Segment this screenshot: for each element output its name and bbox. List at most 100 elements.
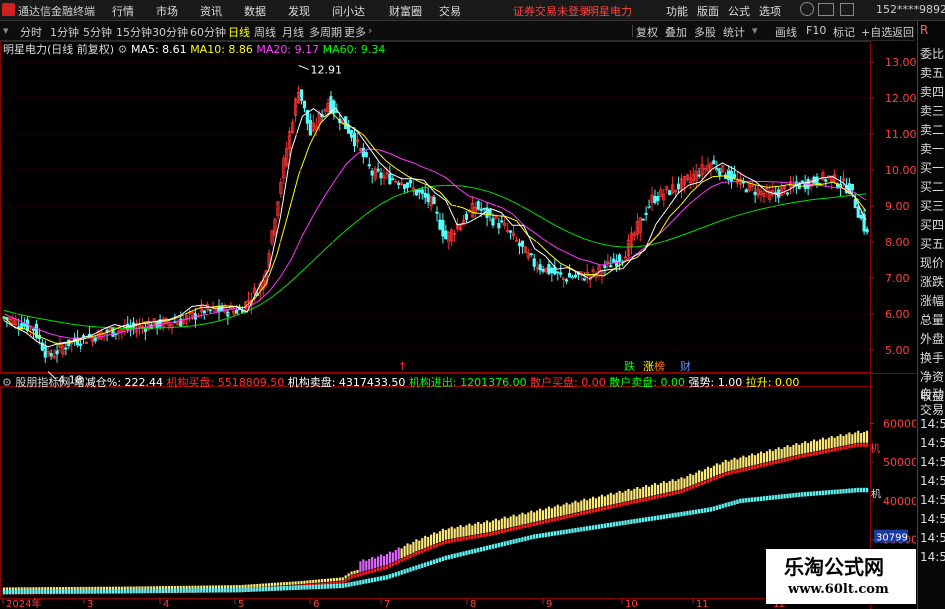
sidebar-item[interactable]: 卖一 bbox=[920, 140, 944, 157]
quote-sidebar: R 委比 卖五 卖四 卖三 卖二 卖一 买一 买二 买三 买四 买五 现价 涨跌 涨幅 总量 外盘 换手 净资 收益自… bbox=[917, 21, 945, 609]
sidebar-item[interactable]: 现价 bbox=[920, 254, 944, 271]
menu-item-assistant[interactable]: 问小达 bbox=[332, 3, 365, 19]
sidebar-item[interactable]: 交易 bbox=[920, 401, 944, 418]
period-tab-daily[interactable]: 日线 bbox=[228, 24, 250, 40]
candle-body bbox=[43, 346, 47, 358]
candle-body bbox=[712, 160, 716, 165]
candle-body bbox=[653, 195, 657, 204]
candle-body bbox=[417, 189, 421, 193]
statistics-button[interactable]: 统计 bbox=[723, 24, 745, 40]
sidebar-item[interactable]: 涨幅 bbox=[920, 292, 944, 309]
volume-tick-label: 40000 bbox=[883, 495, 916, 508]
sidebar-item[interactable]: 买四 bbox=[920, 216, 944, 233]
candle-body bbox=[547, 264, 551, 275]
field-position-change: 增减仓%: 222.44 bbox=[73, 376, 164, 389]
candle-body bbox=[364, 152, 368, 157]
period-tab-15min[interactable]: 15分钟 bbox=[116, 24, 152, 40]
period-tab-60min[interactable]: 60分钟 bbox=[190, 24, 226, 40]
sidebar-item[interactable]: 买一 bbox=[920, 159, 944, 176]
ma60-line bbox=[3, 184, 867, 329]
menu-item-layout[interactable]: 版面 bbox=[697, 3, 719, 19]
candle-body bbox=[529, 253, 533, 256]
month-label: 6 bbox=[313, 599, 319, 609]
sidebar-item[interactable]: 卖二 bbox=[920, 121, 944, 138]
candle-body bbox=[482, 207, 486, 210]
sidebar-item[interactable]: 外盘 bbox=[920, 330, 944, 347]
menu-item-market[interactable]: 市场 bbox=[156, 3, 178, 19]
sidebar-header[interactable]: R bbox=[920, 23, 928, 37]
sidebar-time: 14:56 bbox=[920, 417, 945, 431]
candle-body bbox=[559, 272, 563, 275]
sidebar-item[interactable]: 净资 bbox=[920, 368, 944, 385]
candle-body bbox=[729, 170, 734, 183]
scroll-left-icon[interactable]: ▾ bbox=[3, 24, 9, 37]
sidebar-item[interactable]: 换手 bbox=[920, 349, 944, 366]
price-tick-label: 5.00 bbox=[885, 344, 910, 357]
candle-body bbox=[388, 173, 392, 185]
period-tab-more[interactable]: 更多 bbox=[344, 24, 366, 40]
indicator-settings-icon[interactable]: ⚙ bbox=[2, 376, 12, 389]
kline-chart[interactable]: 13.00 12.00 11.00 10.00 9.00 8.00 7.00 6.00 5.00… bbox=[0, 41, 916, 609]
message-icon[interactable] bbox=[818, 3, 834, 16]
period-tab-1min[interactable]: 1分钟 bbox=[50, 24, 79, 40]
user-icon[interactable] bbox=[800, 2, 814, 16]
period-tab-multi[interactable]: 多周期 bbox=[309, 24, 342, 40]
indicator-title[interactable]: 股朋指标网 bbox=[15, 376, 70, 389]
overlay-button[interactable]: 叠加 bbox=[665, 24, 687, 40]
candle-body bbox=[517, 242, 522, 247]
sidebar-item[interactable]: 买二 bbox=[920, 178, 944, 195]
candle-body bbox=[479, 208, 483, 211]
period-tab-monthly[interactable]: 月线 bbox=[282, 24, 304, 40]
multi-stock-button[interactable]: 多股 bbox=[694, 24, 716, 40]
menu-item-news[interactable]: 资讯 bbox=[200, 3, 222, 19]
sidebar-item[interactable]: 自动 bbox=[920, 385, 944, 402]
sub-series-tag: 机 bbox=[870, 442, 880, 455]
candle-body bbox=[332, 100, 336, 114]
settings-gear-icon[interactable]: ⚙ bbox=[118, 43, 128, 56]
candle-body bbox=[476, 201, 480, 210]
menu-item-quotes[interactable]: 行情 bbox=[112, 3, 134, 19]
sidebar-item[interactable]: 总量 bbox=[920, 311, 944, 328]
period-tab-weekly[interactable]: 周线 bbox=[254, 24, 276, 40]
menu-item-functions[interactable]: 功能 bbox=[666, 3, 688, 19]
sidebar-item[interactable]: 买五 bbox=[920, 235, 944, 252]
month-label: 3 bbox=[87, 599, 93, 609]
sidebar-item[interactable]: 卖三 bbox=[920, 102, 944, 119]
sidebar-item[interactable]: 委比 bbox=[920, 45, 944, 62]
candle-body bbox=[488, 209, 492, 216]
menu-item-trade[interactable]: 交易 bbox=[439, 3, 461, 19]
sidebar-item[interactable]: 涨跌 bbox=[920, 273, 944, 290]
field-inst-sell: 机构卖盘: 4317433.50 bbox=[287, 376, 406, 389]
menu-item-options[interactable]: 选项 bbox=[759, 3, 781, 19]
f10-button[interactable]: F10 bbox=[806, 24, 826, 37]
month-label: 7 bbox=[384, 599, 390, 609]
period-tab-5min[interactable]: 5分钟 bbox=[83, 24, 112, 40]
menu-item-discover[interactable]: 发现 bbox=[288, 3, 310, 19]
candle-body bbox=[31, 328, 36, 331]
sidebar-item[interactable]: 卖四 bbox=[920, 83, 944, 100]
adjust-button[interactable]: 复权 bbox=[636, 24, 658, 40]
menu-item-wealth-circle[interactable]: 财富圈 bbox=[389, 3, 422, 19]
back-button[interactable]: 返回 bbox=[892, 24, 914, 40]
ma5-label: MA5: 8.61 bbox=[130, 43, 187, 56]
more-chevron-icon[interactable]: › bbox=[368, 24, 372, 37]
menu-item-data[interactable]: 数据 bbox=[244, 3, 266, 19]
candle-body bbox=[697, 174, 701, 177]
mark-button[interactable]: 标记 bbox=[833, 24, 855, 40]
screen-icon[interactable] bbox=[840, 3, 854, 16]
candle-body bbox=[426, 193, 430, 203]
candle-body bbox=[435, 211, 439, 214]
period-tab-intraday[interactable]: 分时 bbox=[20, 24, 42, 40]
menu-item-formula[interactable]: 公式 bbox=[728, 3, 750, 19]
account-number[interactable]: 152****9892 bbox=[876, 3, 945, 16]
sidebar-item[interactable]: 买三 bbox=[920, 197, 944, 214]
period-tab-30min[interactable]: 30分钟 bbox=[152, 24, 188, 40]
candle-body bbox=[800, 180, 804, 183]
add-watchlist-button[interactable]: +自选 bbox=[861, 24, 892, 40]
price-tick-label: 6.00 bbox=[885, 308, 910, 321]
login-warning[interactable]: 证券交易未登录 bbox=[513, 3, 590, 19]
draw-line-button[interactable]: 画线 bbox=[775, 24, 797, 40]
sidebar-item[interactable]: 卖五 bbox=[920, 64, 944, 81]
dropdown-icon[interactable]: ▾ bbox=[752, 24, 758, 37]
ma60-label: MA60: 9.34 bbox=[322, 43, 386, 56]
